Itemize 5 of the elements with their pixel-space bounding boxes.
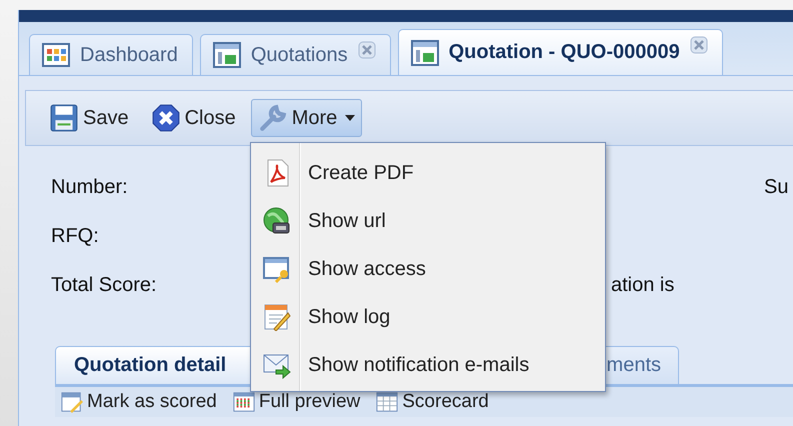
field-label: Su — [764, 176, 790, 199]
field-label: RFQ: — [51, 225, 100, 248]
field-label: Number: — [51, 176, 129, 199]
field-label: Total Score: — [51, 274, 158, 297]
field-text: ation is — [611, 274, 676, 297]
